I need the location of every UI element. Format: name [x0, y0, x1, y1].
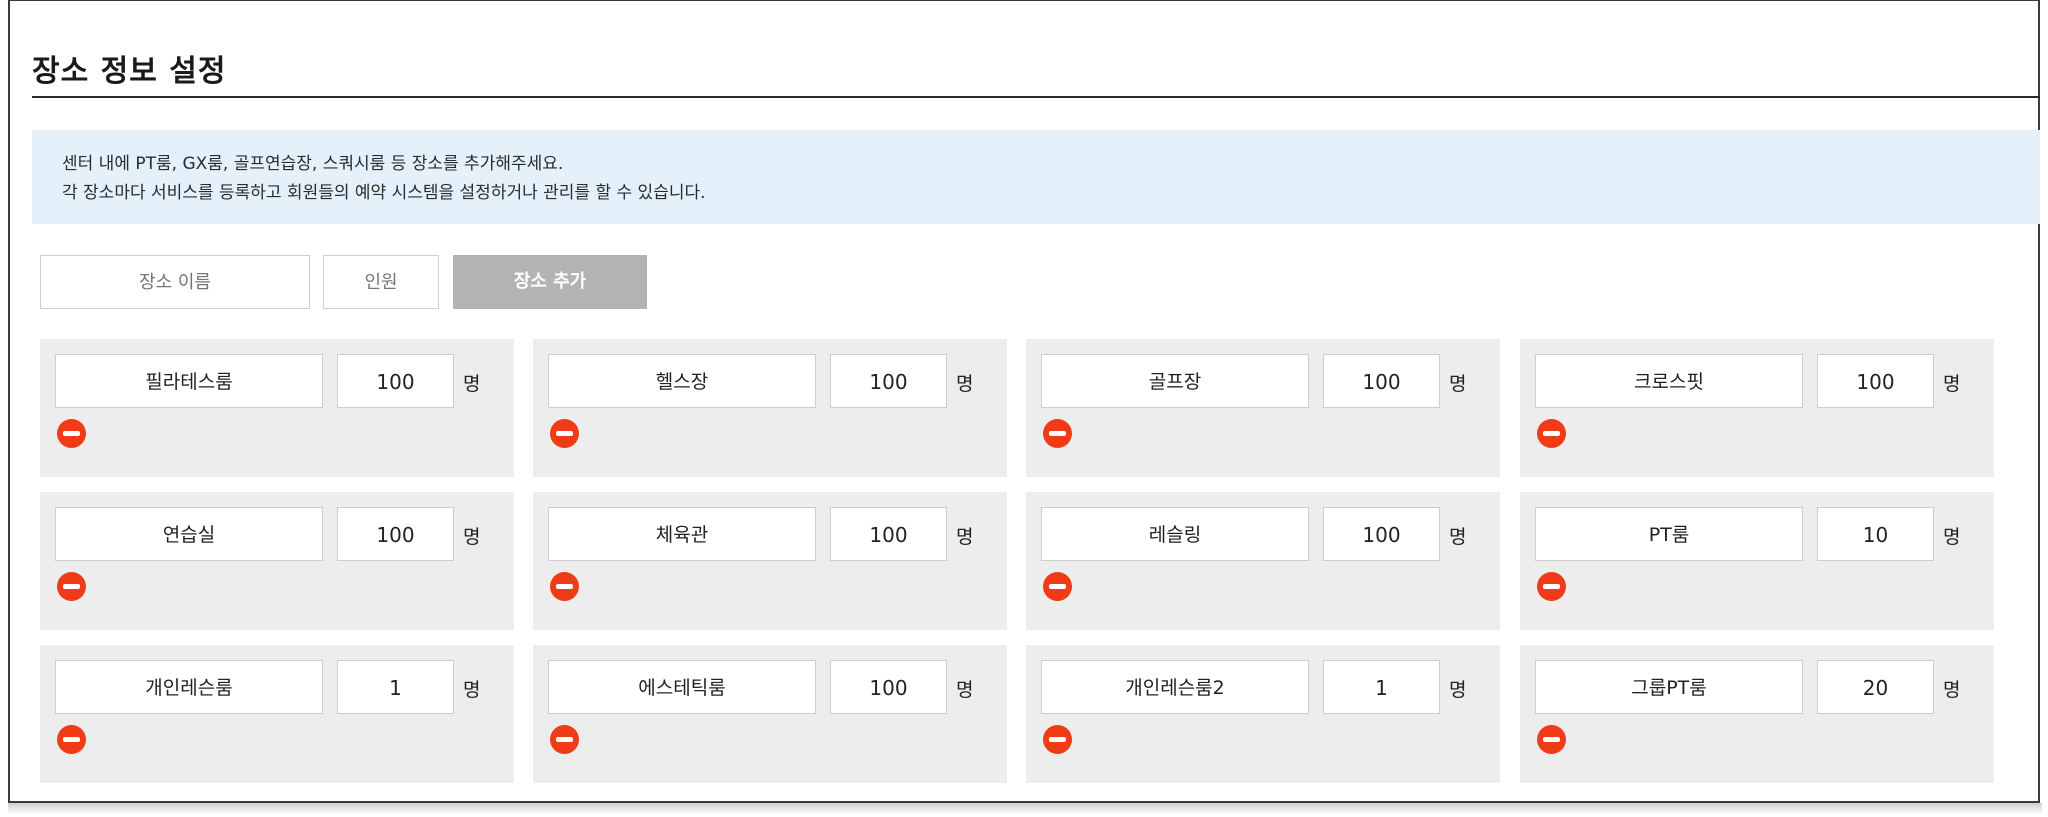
- capacity-unit-label: 명: [1449, 679, 1467, 701]
- notice-line-1: 센터 내에 PT룸, GX룸, 골프연습장, 스쿼시룸 등 장소를 추가해주세요…: [62, 154, 564, 174]
- place-card: 체육관 100 명: [533, 492, 1007, 630]
- place-name-field[interactable]: 크로스핏: [1535, 354, 1803, 408]
- capacity-unit-label: 명: [1943, 526, 1961, 548]
- remove-circle-icon[interactable]: [550, 725, 579, 754]
- place-capacity-field[interactable]: 20: [1817, 660, 1934, 714]
- place-capacity-field[interactable]: 10: [1817, 507, 1934, 561]
- capacity-unit-label: 명: [956, 526, 974, 548]
- notice-line-2: 각 장소마다 서비스를 등록하고 회원들의 예약 시스템을 설정하거나 관리를 …: [62, 183, 706, 203]
- place-name-field[interactable]: PT룸: [1535, 507, 1803, 561]
- capacity-unit-label: 명: [956, 679, 974, 701]
- place-card: 골프장 100 명: [1026, 339, 1500, 477]
- remove-circle-icon[interactable]: [1043, 572, 1072, 601]
- place-capacity-field[interactable]: 100: [337, 354, 454, 408]
- place-capacity-field[interactable]: 100: [830, 660, 947, 714]
- place-capacity-field[interactable]: 1: [1323, 660, 1440, 714]
- place-name-field[interactable]: 그룹PT룸: [1535, 660, 1803, 714]
- capacity-unit-label: 명: [1943, 679, 1961, 701]
- place-card: 개인레슨룸2 1 명: [1026, 645, 1500, 783]
- capacity-unit-label: 명: [463, 526, 481, 548]
- place-name-field[interactable]: 골프장: [1041, 354, 1309, 408]
- capacity-unit-label: 명: [463, 679, 481, 701]
- place-name-field[interactable]: 개인레슨룸: [55, 660, 323, 714]
- place-name-input[interactable]: [40, 255, 310, 309]
- place-card: 레슬링 100 명: [1026, 492, 1500, 630]
- place-card: 에스테틱룸 100 명: [533, 645, 1007, 783]
- place-card: 개인레슨룸 1 명: [40, 645, 514, 783]
- place-card: 크로스핏 100 명: [1520, 339, 1994, 477]
- place-capacity-field[interactable]: 100: [830, 354, 947, 408]
- remove-circle-icon[interactable]: [1537, 572, 1566, 601]
- page-title: 장소 정보 설정: [32, 54, 227, 89]
- remove-circle-icon[interactable]: [57, 419, 86, 448]
- remove-circle-icon[interactable]: [1537, 725, 1566, 754]
- place-capacity-field[interactable]: 100: [1323, 354, 1440, 408]
- remove-circle-icon[interactable]: [57, 572, 86, 601]
- capacity-unit-label: 명: [1449, 373, 1467, 395]
- remove-circle-icon[interactable]: [550, 419, 579, 448]
- capacity-unit-label: 명: [1943, 373, 1961, 395]
- place-card: 그룹PT룸 20 명: [1520, 645, 1994, 783]
- capacity-unit-label: 명: [1449, 526, 1467, 548]
- place-capacity-field[interactable]: 1: [337, 660, 454, 714]
- remove-circle-icon[interactable]: [550, 572, 579, 601]
- remove-circle-icon[interactable]: [57, 725, 86, 754]
- remove-circle-icon[interactable]: [1043, 725, 1072, 754]
- place-name-field[interactable]: 연습실: [55, 507, 323, 561]
- place-capacity-field[interactable]: 100: [1817, 354, 1934, 408]
- place-capacity-field[interactable]: 100: [337, 507, 454, 561]
- place-card: 헬스장 100 명: [533, 339, 1007, 477]
- panel-shadow: [8, 803, 2042, 813]
- place-card: 필라테스룸 100 명: [40, 339, 514, 477]
- add-place-button[interactable]: 장소 추가: [453, 255, 647, 309]
- place-name-field[interactable]: 레슬링: [1041, 507, 1309, 561]
- place-name-field[interactable]: 개인레슨룸2: [1041, 660, 1309, 714]
- place-card: PT룸 10 명: [1520, 492, 1994, 630]
- place-name-field[interactable]: 체육관: [548, 507, 816, 561]
- place-name-field[interactable]: 헬스장: [548, 354, 816, 408]
- place-card: 연습실 100 명: [40, 492, 514, 630]
- remove-circle-icon[interactable]: [1537, 419, 1566, 448]
- place-capacity-field[interactable]: 100: [1323, 507, 1440, 561]
- capacity-unit-label: 명: [956, 373, 974, 395]
- place-name-field[interactable]: 필라테스룸: [55, 354, 323, 408]
- remove-circle-icon[interactable]: [1043, 419, 1072, 448]
- place-name-field[interactable]: 에스테틱룸: [548, 660, 816, 714]
- info-notice: 센터 내에 PT룸, GX룸, 골프연습장, 스쿼시룸 등 장소를 추가해주세요…: [32, 130, 2040, 224]
- title-divider: [32, 96, 2040, 98]
- capacity-input[interactable]: [323, 255, 439, 309]
- capacity-unit-label: 명: [463, 373, 481, 395]
- place-capacity-field[interactable]: 100: [830, 507, 947, 561]
